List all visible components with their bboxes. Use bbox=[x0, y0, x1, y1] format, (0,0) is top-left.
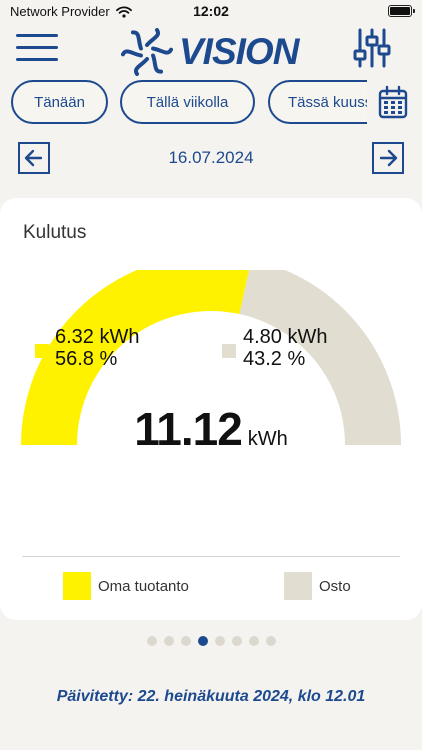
calendar-icon bbox=[378, 85, 408, 119]
status-time: 12:02 bbox=[193, 3, 229, 19]
vision-logo: VISION bbox=[121, 26, 299, 78]
total-value: 11.12 bbox=[134, 403, 243, 455]
purchase-label: 4.80 kWh 43.2 % bbox=[243, 326, 327, 370]
legend-purchase: Osto bbox=[284, 572, 351, 600]
purchase-kwh: 4.80 kWh bbox=[243, 326, 328, 348]
selected-date[interactable]: 16.07.2024 bbox=[0, 148, 422, 168]
legend-label-own: Oma tuotanto bbox=[98, 577, 189, 595]
app-header: VISION bbox=[0, 22, 422, 76]
legend-swatch-own bbox=[63, 572, 91, 600]
next-day-button[interactable] bbox=[372, 142, 404, 174]
total-unit: kWh bbox=[247, 428, 288, 450]
purchase-label-swatch bbox=[222, 344, 236, 358]
own-kwh: 6.32 kWh bbox=[55, 326, 140, 348]
purchase-percent: 43.2 % bbox=[243, 348, 306, 370]
calendar-button[interactable] bbox=[378, 84, 408, 120]
page-dot[interactable] bbox=[248, 636, 259, 646]
own-label: 6.32 kWh 56.8 % bbox=[55, 326, 139, 370]
card-title: Kulutus bbox=[23, 222, 87, 243]
page-dot[interactable] bbox=[265, 636, 276, 646]
page-dot[interactable] bbox=[231, 636, 242, 646]
battery-icon bbox=[388, 5, 415, 17]
page-dot[interactable] bbox=[163, 636, 174, 646]
consumption-card: Kulutus 6.32 kWh 56.8 % 4.80 kWh 43.2 % … bbox=[0, 198, 422, 620]
logo-text: VISION bbox=[179, 31, 299, 72]
period-tabs: Tänään Tällä viikolla Tässä kuussa bbox=[0, 80, 422, 126]
arrow-right-icon bbox=[379, 149, 398, 167]
page-dot[interactable] bbox=[214, 636, 225, 646]
menu-line bbox=[16, 46, 58, 49]
app-screen: Network Provider 12:02 VISION Tänään Täl… bbox=[0, 0, 422, 750]
page-indicator bbox=[0, 636, 422, 648]
legend-swatch-purchase bbox=[284, 572, 312, 600]
page-dot[interactable] bbox=[197, 636, 208, 646]
menu-line bbox=[16, 58, 58, 61]
menu-button[interactable] bbox=[16, 32, 58, 64]
tab-this-month-clip: Tässä kuussa bbox=[266, 80, 367, 126]
tab-this-week[interactable]: Tällä viikolla bbox=[120, 80, 255, 124]
divider bbox=[22, 556, 400, 557]
tab-this-month[interactable]: Tässä kuussa bbox=[268, 80, 367, 124]
legend-own-production: Oma tuotanto bbox=[63, 572, 189, 600]
filter-settings-button[interactable] bbox=[352, 26, 392, 70]
legend-label-purchase: Osto bbox=[319, 577, 351, 595]
menu-line bbox=[16, 34, 58, 37]
flower-logo-icon bbox=[121, 28, 173, 76]
page-dot[interactable] bbox=[146, 636, 157, 646]
last-updated: Päivitetty: 22. heinäkuuta 2024, klo 12.… bbox=[56, 688, 366, 705]
date-navigation: 16.07.2024 bbox=[0, 138, 422, 178]
page-dot[interactable] bbox=[180, 636, 191, 646]
sliders-icon bbox=[353, 28, 391, 68]
total-consumption: 11.12 kWh bbox=[0, 402, 422, 456]
tab-today[interactable]: Tänään bbox=[11, 80, 108, 124]
own-percent: 56.8 % bbox=[55, 348, 118, 370]
status-bar: Network Provider 12:02 bbox=[0, 0, 422, 24]
own-label-swatch bbox=[35, 344, 49, 358]
